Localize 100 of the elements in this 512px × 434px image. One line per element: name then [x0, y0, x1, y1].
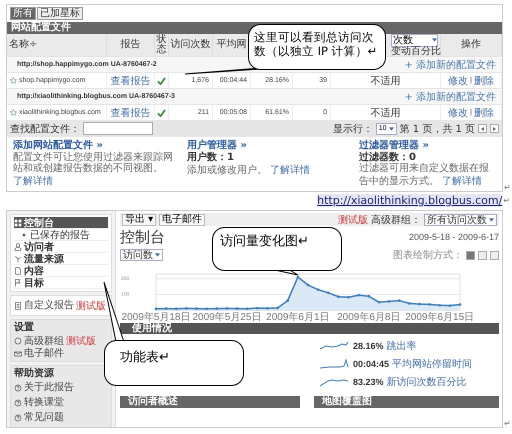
report-icon: [14, 302, 22, 310]
right-triangle-icon: [492, 126, 496, 130]
x-axis-label: 2009年6月8日: [337, 312, 400, 322]
nav-item[interactable]: 内容: [14, 265, 108, 277]
caret-icon: [388, 126, 394, 130]
data-point: [276, 306, 279, 310]
toolbar-button[interactable]: 导出 ▾: [122, 214, 156, 226]
segment-label: 高级群组：: [371, 214, 421, 226]
section-title: 帮助资源: [14, 368, 55, 380]
next-page-button[interactable]: [490, 124, 499, 133]
left-triangle-icon: [480, 126, 484, 130]
nav-item[interactable]: 已保存的报告: [14, 229, 108, 241]
flag-icon: [14, 278, 22, 286]
filter-tab[interactable]: 已加星标: [37, 7, 83, 20]
help-item[interactable]: 关于此报告: [14, 380, 74, 395]
edit-link[interactable]: 修改: [448, 106, 468, 120]
section-header: 地图覆盖图: [314, 396, 499, 408]
data-point: [368, 294, 370, 298]
nav-item[interactable]: 流量来源: [14, 253, 108, 265]
data-point: [286, 299, 290, 302]
filter-tab[interactable]: 所有: [10, 7, 36, 20]
data-point: [306, 284, 310, 286]
star-icon[interactable]: [10, 77, 17, 84]
stat-label[interactable]: 跳出率: [386, 339, 417, 353]
info-title[interactable]: 过滤器管理器 »: [359, 140, 496, 152]
check-icon: [157, 76, 166, 84]
callout-text: 访问量变化图↵: [220, 234, 310, 250]
data-point: [428, 303, 431, 306]
branch-icon: [14, 254, 22, 262]
section-header: 使用情况: [120, 323, 499, 334]
settings-item[interactable]: 高级群组 测试版: [14, 334, 96, 348]
caret-icon: [432, 38, 437, 42]
delete-link[interactable]: 删除: [474, 106, 494, 120]
data-point: [326, 291, 330, 294]
data-point: [296, 276, 300, 278]
paragraph-mark: ↵: [503, 196, 510, 205]
info-title[interactable]: 添加网站配置文件 »: [13, 140, 181, 152]
rows-label: 显示行：: [332, 122, 373, 136]
data-point: [236, 307, 238, 310]
caret-icon: [489, 218, 494, 222]
page-indicator: 第 1 页，共 1 页: [400, 122, 475, 136]
learn-more-link[interactable]: 了解详情: [270, 165, 310, 176]
stat-label[interactable]: 平均网站停留时间: [392, 357, 472, 371]
nav-item[interactable]: 控制台: [14, 217, 108, 229]
caret-icon: [155, 253, 160, 257]
bullet-icon: [20, 230, 28, 238]
column-header[interactable]: 名称÷: [7, 34, 107, 56]
section-header: 访问者概述: [120, 396, 300, 408]
page-title: 控制台: [120, 228, 165, 246]
data-point: [316, 288, 320, 291]
beta-label: 测试版: [338, 214, 368, 226]
data-point: [408, 302, 411, 305]
data-point: [256, 306, 259, 310]
add-profile-link[interactable]: + 添加新的配置文件: [404, 90, 496, 104]
document-icon: [14, 266, 22, 274]
envelope-icon: [14, 350, 22, 358]
metric-select[interactable]: 访问数: [120, 249, 163, 261]
help-item[interactable]: 转换课堂: [14, 395, 64, 410]
view-report-link[interactable]: 查看报告: [110, 106, 150, 120]
info-text: 配置文件可让您使用过滤器来跟踪网站和或创建报告数据的不同视图。 了解详情: [13, 152, 174, 188]
stat-value: 83.23%: [353, 377, 384, 387]
segment-select[interactable]: 所有访问次数: [424, 214, 497, 226]
data-point: [174, 307, 178, 310]
stat-label[interactable]: 新访问次数百分比: [386, 375, 467, 389]
info-title[interactable]: 用户管理器 »: [187, 140, 353, 152]
settings-item[interactable]: 电子邮件: [14, 348, 64, 359]
help-item[interactable]: 常见问题: [14, 410, 64, 425]
paragraph-mark: ↵: [504, 419, 511, 428]
data-point: [226, 307, 228, 310]
star-icon[interactable]: [10, 109, 17, 116]
view-report-link[interactable]: 查看报告: [110, 74, 150, 88]
delete-link[interactable]: 删除: [474, 74, 494, 88]
date-range[interactable]: 2009-5-18 - 2009-6-17: [408, 232, 499, 242]
find-field[interactable]: [83, 122, 153, 135]
toolbar-button[interactable]: 电子邮件: [159, 214, 206, 226]
column-header: 状态: [155, 34, 169, 56]
edit-link[interactable]: 修改: [448, 74, 468, 88]
metric-select[interactable]: 次数: [391, 34, 438, 46]
data-point: [448, 304, 452, 307]
table-cell-text: 不适用: [370, 106, 400, 120]
table-cell-text: 不适用: [370, 74, 400, 88]
data-point: [388, 300, 390, 303]
data-point: [185, 307, 188, 310]
data-point: [357, 294, 360, 296]
column-header: 访问次数: [169, 34, 213, 56]
add-profile-link[interactable]: + 添加新的配置文件: [404, 58, 496, 72]
column-header: 操作: [441, 34, 502, 56]
data-point: [378, 300, 380, 304]
url-link[interactable]: http://xiaolithinking.blogbus.com/: [317, 194, 502, 207]
previous-page-button[interactable]: [478, 124, 487, 133]
learn-more-link[interactable]: 了解详情: [442, 176, 482, 187]
data-point: [164, 307, 168, 310]
stat-value: 00:04:45: [353, 359, 390, 369]
learn-more-link[interactable]: 了解详情: [13, 176, 53, 187]
data-point: [216, 307, 218, 310]
grid-icon: [14, 218, 22, 226]
nav-item[interactable]: 访问者: [14, 241, 108, 253]
check-icon: [157, 108, 166, 116]
sparkline: [320, 359, 350, 369]
chart-mode-label: 图表绘制方式：: [393, 248, 463, 262]
